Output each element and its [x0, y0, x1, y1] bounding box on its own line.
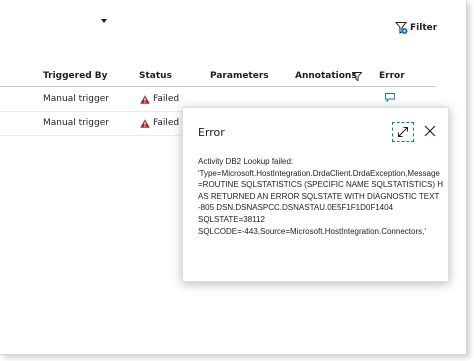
warning-icon — [140, 118, 150, 128]
expand-button[interactable] — [392, 122, 414, 142]
error-dialog: Error Activity DB2 Lookup failed: 'Type=… — [182, 107, 449, 282]
column-header-annotations[interactable]: Annotations — [295, 71, 357, 81]
error-message: Activity DB2 Lookup failed: 'Type=Micros… — [198, 157, 443, 236]
status-cell: Failed — [140, 94, 179, 104]
dialog-title: Error — [198, 126, 225, 139]
triggered-by-cell: Manual trigger — [43, 94, 109, 104]
expand-icon — [398, 127, 408, 137]
status-cell: Failed — [140, 118, 179, 128]
column-header-parameters[interactable]: Parameters — [210, 71, 269, 81]
pipeline-runs-panel: Filter Triggered By Status Parameters An… — [0, 0, 467, 355]
caret-down-icon[interactable] — [101, 19, 107, 23]
status-label: Failed — [153, 118, 180, 128]
funnel-icon[interactable] — [352, 72, 362, 81]
filter-button[interactable]: Filter — [395, 20, 437, 36]
column-header-triggered-by[interactable]: Triggered By — [43, 71, 108, 81]
column-header-status[interactable]: Status — [139, 71, 172, 81]
close-icon[interactable] — [423, 124, 437, 138]
column-header-error[interactable]: Error — [379, 71, 405, 81]
status-label: Failed — [153, 94, 180, 104]
filter-label: Filter — [410, 23, 438, 33]
table-header: Triggered By Status Parameters Annotatio… — [0, 68, 436, 87]
triggered-by-cell: Manual trigger — [43, 118, 109, 128]
warning-icon — [140, 94, 150, 104]
filter-icon — [395, 22, 408, 34]
comment-icon[interactable] — [385, 93, 395, 102]
